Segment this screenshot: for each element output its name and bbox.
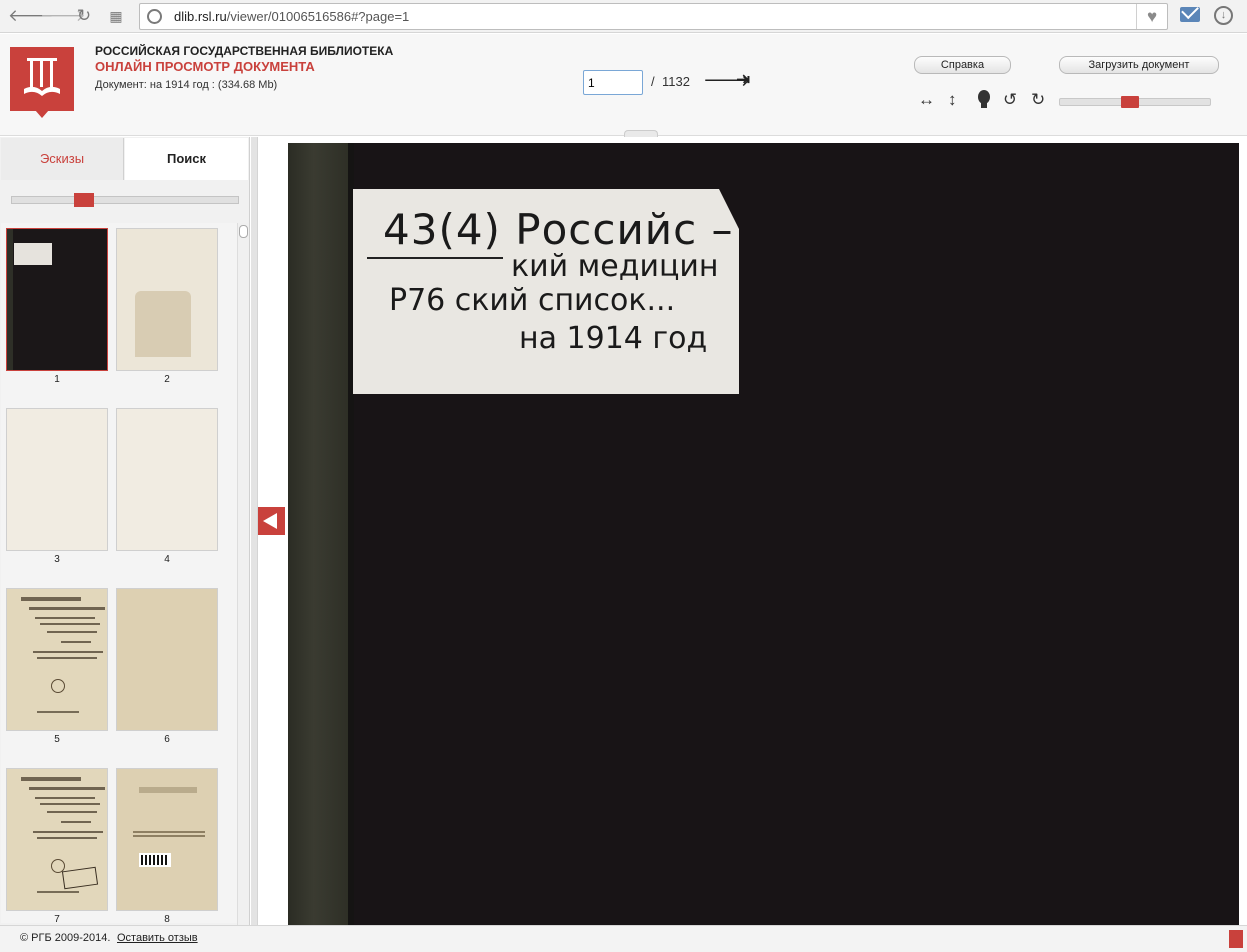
heart-icon[interactable]: ♥ <box>1136 4 1167 29</box>
hide-panel-button[interactable] <box>258 507 285 535</box>
label-line-3: Р76 ский список... <box>389 283 676 318</box>
footer: © РГБ 2009-2014. Оставить отзыв <box>0 925 1247 952</box>
book-spine <box>288 143 352 925</box>
rotate-right-icon[interactable]: ↻ <box>1031 90 1045 110</box>
thumbnail-page-number: 7 <box>54 914 60 923</box>
page-number-input[interactable] <box>583 70 643 95</box>
download-icon[interactable]: ↓ <box>1214 6 1233 25</box>
library-name: РОССИЙСКАЯ ГОСУДАРСТВЕННАЯ БИБЛИОТЕКА <box>95 44 394 58</box>
viewer-header: РОССИЙСКАЯ ГОСУДАРСТВЕННАЯ БИБЛИОТЕКА ОН… <box>0 34 1247 138</box>
label-underline <box>367 257 503 259</box>
thumbnail-page[interactable] <box>6 588 108 731</box>
thumbnail-page[interactable] <box>6 228 108 371</box>
label-line-4: на 1914 год <box>519 321 708 356</box>
zoom-slider-handle[interactable] <box>1121 96 1139 108</box>
book-logo-icon <box>24 58 60 96</box>
thumbnail-panel: Эскизы Поиск 1 2 3 4 5 6 7 8 <box>0 137 250 925</box>
thumbnail-page[interactable] <box>6 768 108 911</box>
address-bar[interactable]: dlib.rsl.ru/viewer/01006516586#?page=1 ♥ <box>139 3 1168 30</box>
reload-icon[interactable]: ↻ <box>73 5 95 27</box>
thumbnail-page[interactable] <box>116 228 218 371</box>
forward-arrow-icon[interactable]: 🡒 <box>40 5 86 27</box>
thumbnail-page[interactable] <box>116 768 218 911</box>
fit-width-icon[interactable]: ↔ <box>918 90 935 110</box>
mail-icon[interactable] <box>1180 7 1200 22</box>
thumbnail-scrollbar[interactable] <box>237 223 249 925</box>
viewer-title: ОНЛАЙН ПРОСМОТР ДОКУМЕНТА <box>95 59 315 74</box>
page-total: 1132 <box>662 74 690 89</box>
tab-search[interactable]: Поиск <box>125 138 248 180</box>
viewer-gutter <box>251 137 258 925</box>
thumbnail-page-number: 5 <box>54 734 60 745</box>
copyright-text: © РГБ 2009-2014. <box>20 932 111 944</box>
scrollbar-thumb[interactable] <box>239 225 248 238</box>
page-separator: / <box>651 74 655 89</box>
url-host: dlib.rsl.ru <box>174 9 227 24</box>
label-line-1: 43(4) Российс – <box>383 205 734 254</box>
rotate-left-icon[interactable]: ↺ <box>1003 90 1017 110</box>
lightbulb-icon[interactable] <box>976 90 992 115</box>
browser-toolbar: 🡐 🡒 ↻ ▦ dlib.rsl.ru/viewer/01006516586#?… <box>0 0 1247 33</box>
label-line-2: кий медицин <box>511 249 719 284</box>
feedback-link[interactable]: Оставить отзыв <box>117 932 198 944</box>
thumbnail-page-number: 4 <box>164 554 170 565</box>
url-text[interactable]: dlib.rsl.ru/viewer/01006516586#?page=1 <box>174 9 409 24</box>
thumbnail-page[interactable] <box>116 588 218 731</box>
apps-grid-icon[interactable]: ▦ <box>105 5 127 27</box>
thumbnail-page-number: 6 <box>164 734 170 745</box>
tab-sketches[interactable]: Эскизы <box>1 138 124 180</box>
zoom-slider[interactable] <box>1059 96 1211 108</box>
footer-corner-badge[interactable] <box>1229 930 1243 948</box>
handwritten-label: 43(4) Российс – кий медицин Р76 ский спи… <box>353 189 739 394</box>
thumbnail-page[interactable] <box>116 408 218 551</box>
help-button[interactable]: Справка <box>914 56 1011 74</box>
document-page-image[interactable]: 43(4) Российс – кий медицин Р76 ский спи… <box>288 143 1239 925</box>
last-page-icon[interactable]: ⇥ <box>736 70 750 90</box>
thumbnail-page-number: 8 <box>164 914 170 923</box>
thumbnail-page-number: 3 <box>54 554 60 565</box>
thumbnail-size-slider[interactable] <box>11 193 239 207</box>
url-path: /viewer/01006516586#?page=1 <box>226 9 410 24</box>
document-viewer: 43(4) Российс – кий медицин Р76 ский спи… <box>251 137 1247 925</box>
fit-height-icon[interactable]: ↕ <box>948 90 957 110</box>
thumbnail-page[interactable] <box>6 408 108 551</box>
thumbnail-grid: 1 2 3 4 5 6 7 8 <box>1 223 237 923</box>
thumbnail-page-number: 2 <box>164 374 170 385</box>
site-info-icon[interactable] <box>147 9 162 24</box>
upload-document-button[interactable]: Загрузить документ <box>1059 56 1219 74</box>
rsl-logo[interactable] <box>10 47 74 118</box>
back-arrow-icon[interactable]: 🡐 <box>8 5 54 27</box>
thumbnail-page-number: 1 <box>54 374 60 385</box>
document-info: Документ: на 1914 год : (334.68 Mb) <box>95 79 278 91</box>
thumbnail-size-handle[interactable] <box>74 193 94 207</box>
